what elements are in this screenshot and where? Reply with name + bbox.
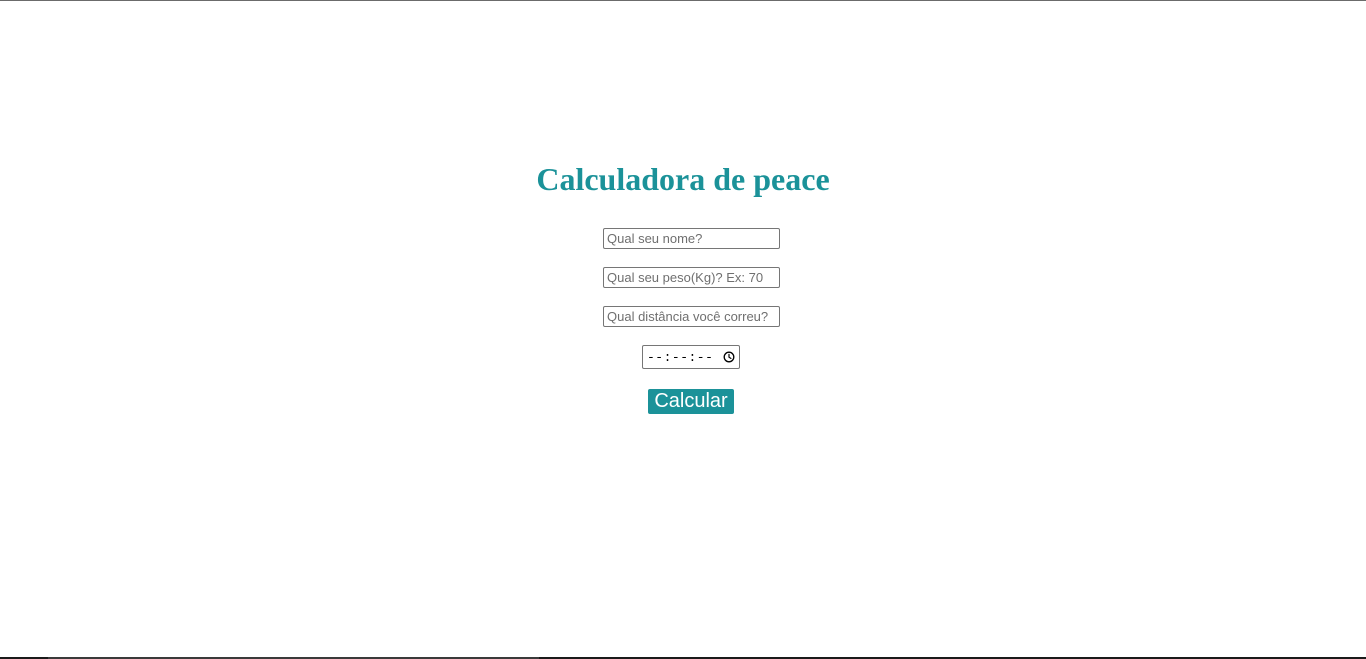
top-border bbox=[0, 0, 1366, 1]
name-input[interactable] bbox=[603, 228, 780, 249]
clock-icon[interactable] bbox=[723, 351, 735, 363]
page-title: Calculadora de peace bbox=[536, 161, 830, 197]
calculate-button[interactable]: Calcular bbox=[648, 389, 734, 414]
weight-input[interactable] bbox=[603, 267, 780, 288]
time-input[interactable]: --:--:-- bbox=[642, 345, 740, 369]
distance-input[interactable] bbox=[603, 306, 780, 327]
time-value[interactable]: --:--:-- bbox=[647, 350, 723, 365]
